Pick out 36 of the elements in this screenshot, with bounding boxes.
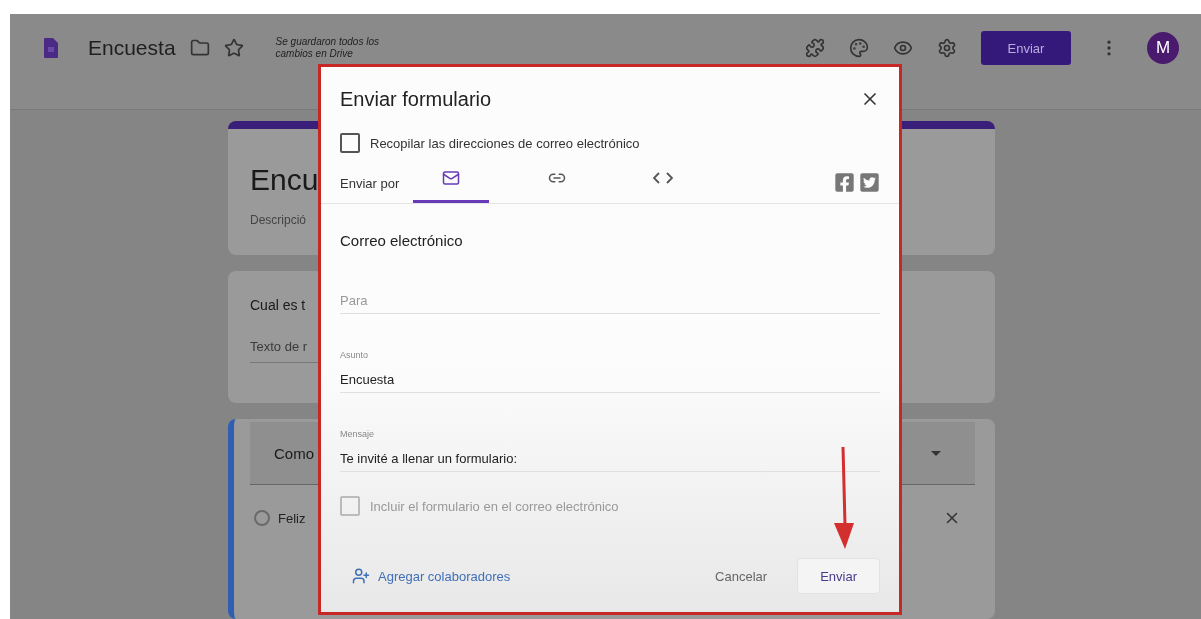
question-title: Cual es t (250, 297, 306, 313)
dialog-title: Enviar formulario (340, 87, 492, 111)
eye-icon[interactable] (893, 38, 913, 58)
cancel-button[interactable]: Cancelar (693, 558, 790, 594)
puzzle-icon[interactable] (805, 38, 825, 58)
send-button[interactable]: Enviar (981, 31, 1071, 65)
checkbox[interactable] (340, 133, 360, 153)
folder-icon[interactable] (189, 38, 210, 58)
section-title: Correo electrónico (340, 232, 464, 249)
mail-icon (442, 168, 461, 187)
text-field[interactable]: Te invité a llenar un formulario: (340, 451, 880, 472)
form-description: Descripció (250, 213, 306, 227)
checkbox-label: Recopilar las direcciones de correo electrónico (370, 135, 640, 151)
user-avatar[interactable]: M (1147, 32, 1179, 64)
dropdown-caret-icon[interactable] (931, 450, 941, 456)
add-collaborators-link[interactable]: Agregar colaboradores (352, 567, 511, 585)
twitter-icon[interactable] (859, 172, 880, 193)
radio-button[interactable] (254, 510, 270, 526)
save-status: Se guardaron todos los cambios en Drive (275, 36, 380, 60)
field-label: Mensaje (340, 429, 375, 439)
option-label: Feliz (278, 510, 306, 526)
code-icon (653, 170, 674, 185)
send-button[interactable]: Enviar (797, 558, 880, 594)
star-icon[interactable] (223, 38, 244, 58)
text-field[interactable]: Para (340, 293, 880, 314)
checkbox-label: Incluir el formulario en el correo electrónico (370, 498, 619, 514)
document-title[interactable]: Encuesta (88, 36, 176, 60)
send-via-label: Enviar por (340, 176, 400, 193)
field-label: Asunto (340, 350, 369, 360)
add-person-icon (352, 567, 370, 585)
settings-icon[interactable] (937, 38, 957, 58)
forms-logo-icon[interactable] (44, 38, 58, 58)
form-title: Encu (250, 163, 319, 197)
text-field[interactable]: Encuesta (340, 372, 880, 393)
facebook-icon[interactable] (834, 172, 855, 193)
palette-icon[interactable] (849, 38, 869, 58)
